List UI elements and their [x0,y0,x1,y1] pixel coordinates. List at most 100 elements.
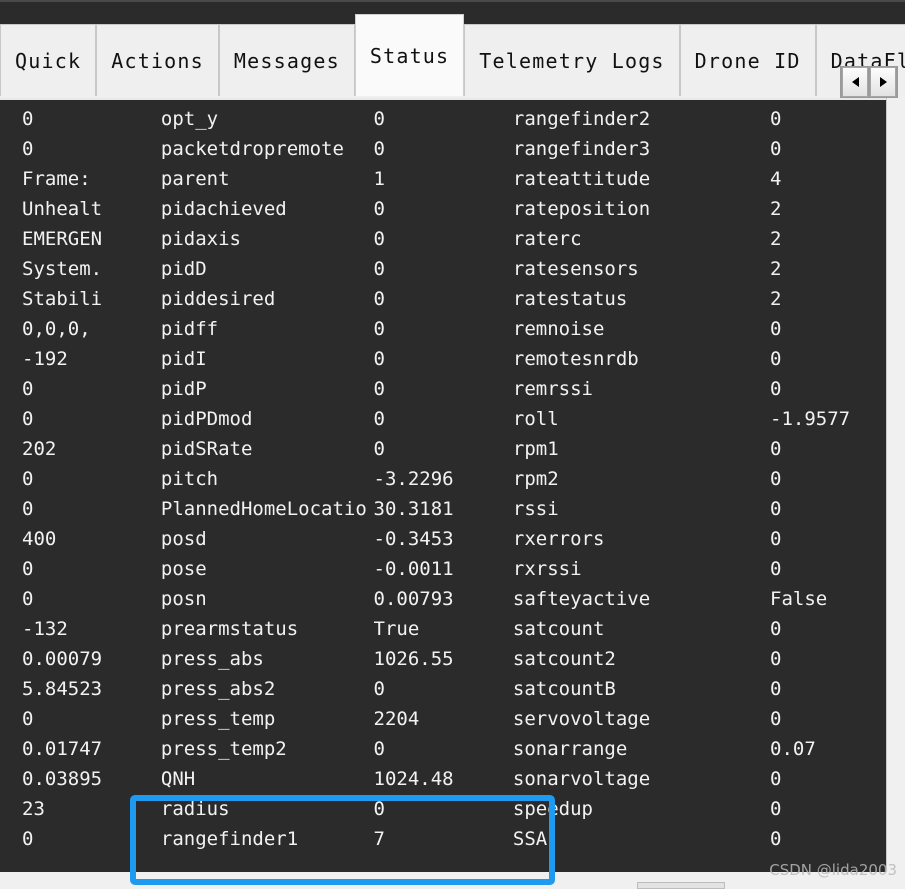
status-key-mid: pidI [160,348,207,370]
tab-bar: Quick Actions Messages Status Telemetry Logs… [0,14,905,98]
status-key-mid: prearmstatus [160,618,299,640]
status-key-right: rxerrors [512,528,605,550]
status-value-right: 0 [770,468,782,490]
status-value-left: Stabili [22,288,103,310]
status-key-mid: pidD [160,258,207,280]
status-value-right: 0 [770,708,782,730]
status-value-left: 0 [22,468,34,490]
status-key-mid: pidSRate [160,438,253,460]
status-value-mid: 0 [373,678,385,700]
status-value-right: 0 [770,378,782,400]
status-value-mid: -0.3453 [373,528,454,550]
status-value-left: 0,0,0, [22,318,91,340]
status-row: 0 posn 0.00793 safteyactive False [0,584,886,614]
tab-actions[interactable]: Actions [96,24,219,96]
status-value-right: 0 [770,138,782,160]
window-top-strip [0,0,905,14]
status-key-right: roll [512,408,559,430]
status-key-right: satcountB [512,678,616,700]
status-row: 202 pidSRate 0 rpm1 0 [0,434,886,464]
triangle-right-icon [879,77,887,87]
status-key-right: rateattitude [512,168,651,190]
status-value-mid: 0.00793 [373,588,454,610]
status-value-left: Frame: [22,168,91,190]
status-value-mid: 7 [373,828,385,850]
status-value-mid: 1026.55 [373,648,454,670]
status-value-mid: 0 [373,258,385,280]
status-key-right: safteyactive [512,588,651,610]
status-row: 0 pidPDmod 0 roll -1.9577 [0,404,886,434]
tab-status[interactable]: Status [354,14,465,96]
status-value-mid: 0 [373,438,385,460]
status-key-mid: pidachieved [160,198,287,220]
status-grid: 0 opt_y 0 rangefinder2 0 0 packetdropremote 0 ra… [0,104,886,854]
status-value-left: 0 [22,588,34,610]
status-value-mid: 1 [373,168,385,190]
status-row: 0,0,0, pidff 0 remnoise 0 [0,314,886,344]
app-window: Quick Actions Messages Status Telemetry Logs… [0,0,905,889]
status-value-left: 0 [22,108,34,130]
status-row: 0.03895 QNH 1024.48 sonarvoltage 0 [0,764,886,794]
status-value-left: 23 [22,798,45,820]
status-value-left: 0 [22,378,34,400]
tab-scroll-left-button[interactable] [842,67,868,97]
status-key-mid: packetdropremote [160,138,344,160]
status-row: 400 posd -0.3453 rxerrors 0 [0,524,886,554]
status-key-right: remnoise [512,318,605,340]
status-row: 0 rangefinder1 7 SSA 0 [0,824,886,854]
status-row: 0 opt_y 0 rangefinder2 0 [0,104,886,134]
status-key-mid: rangefinder1 [160,828,299,850]
status-value-left: -132 [22,618,68,640]
status-value-left: 0.01747 [22,738,103,760]
status-key-right: rateposition [512,198,651,220]
status-key-right: rpm1 [512,438,559,460]
status-value-left: System. [22,258,103,280]
status-value-mid: True [373,618,420,640]
status-row: EMERGEN pidaxis 0 raterc 2 [0,224,886,254]
panel-right-edge [886,98,905,872]
status-value-right: 2 [770,258,782,280]
tab-quick[interactable]: Quick [0,24,97,96]
status-row: System. pidD 0 ratesensors 2 [0,254,886,284]
status-key-right: raterc [512,228,582,250]
status-value-left: 0 [22,498,34,520]
status-key-right: sonarvoltage [512,768,651,790]
tab-scroll-controls[interactable] [840,66,898,98]
status-key-right: ratesensors [512,258,639,280]
status-value-right: 0 [770,558,782,580]
status-value-right: 0 [770,498,782,520]
status-value-left: 202 [22,438,57,460]
tab-messages[interactable]: Messages [218,24,355,96]
tab-telemetry-logs[interactable]: Telemetry Logs [464,24,680,96]
status-value-mid: 0 [373,318,385,340]
status-value-left: 0.03895 [22,768,103,790]
status-row: 0 pitch -3.2296 rpm2 0 [0,464,886,494]
status-key-mid: press_temp [160,708,276,730]
tab-list: Quick Actions Messages Status Telemetry Logs… [0,14,905,96]
status-key-mid: pose [160,558,207,580]
status-row: 0 press_temp 2204 servovoltage 0 [0,704,886,734]
status-value-left: 0 [22,558,34,580]
status-key-right: servovoltage [512,708,651,730]
status-key-mid: posn [160,588,207,610]
status-value-mid: 30.3181 [373,498,454,520]
status-value-left: 0.00079 [22,648,103,670]
status-row: Frame: parent 1 rateattitude 4 [0,164,886,194]
status-value-mid: 0 [373,288,385,310]
status-key-mid: parent [160,168,230,190]
status-panel[interactable]: 0 opt_y 0 rangefinder2 0 0 packetdropremote 0 ra… [0,98,886,872]
status-key-right: rpm2 [512,468,559,490]
status-value-mid: 0 [373,348,385,370]
status-value-left: 0 [22,408,34,430]
tab-scroll-right-button[interactable] [870,67,896,97]
status-value-right: -1.9577 [770,408,851,430]
status-value-mid: 0 [373,738,385,760]
status-row: 5.84523 press_abs2 0 satcountB 0 [0,674,886,704]
status-value-right: 2 [770,288,782,310]
tab-drone-id[interactable]: Drone ID [679,24,816,96]
status-key-right: rssi [512,498,559,520]
status-key-mid: QNH [160,768,196,790]
status-key-right: satcount2 [512,648,616,670]
status-value-right: 2 [770,198,782,220]
status-value-left: -192 [22,348,68,370]
